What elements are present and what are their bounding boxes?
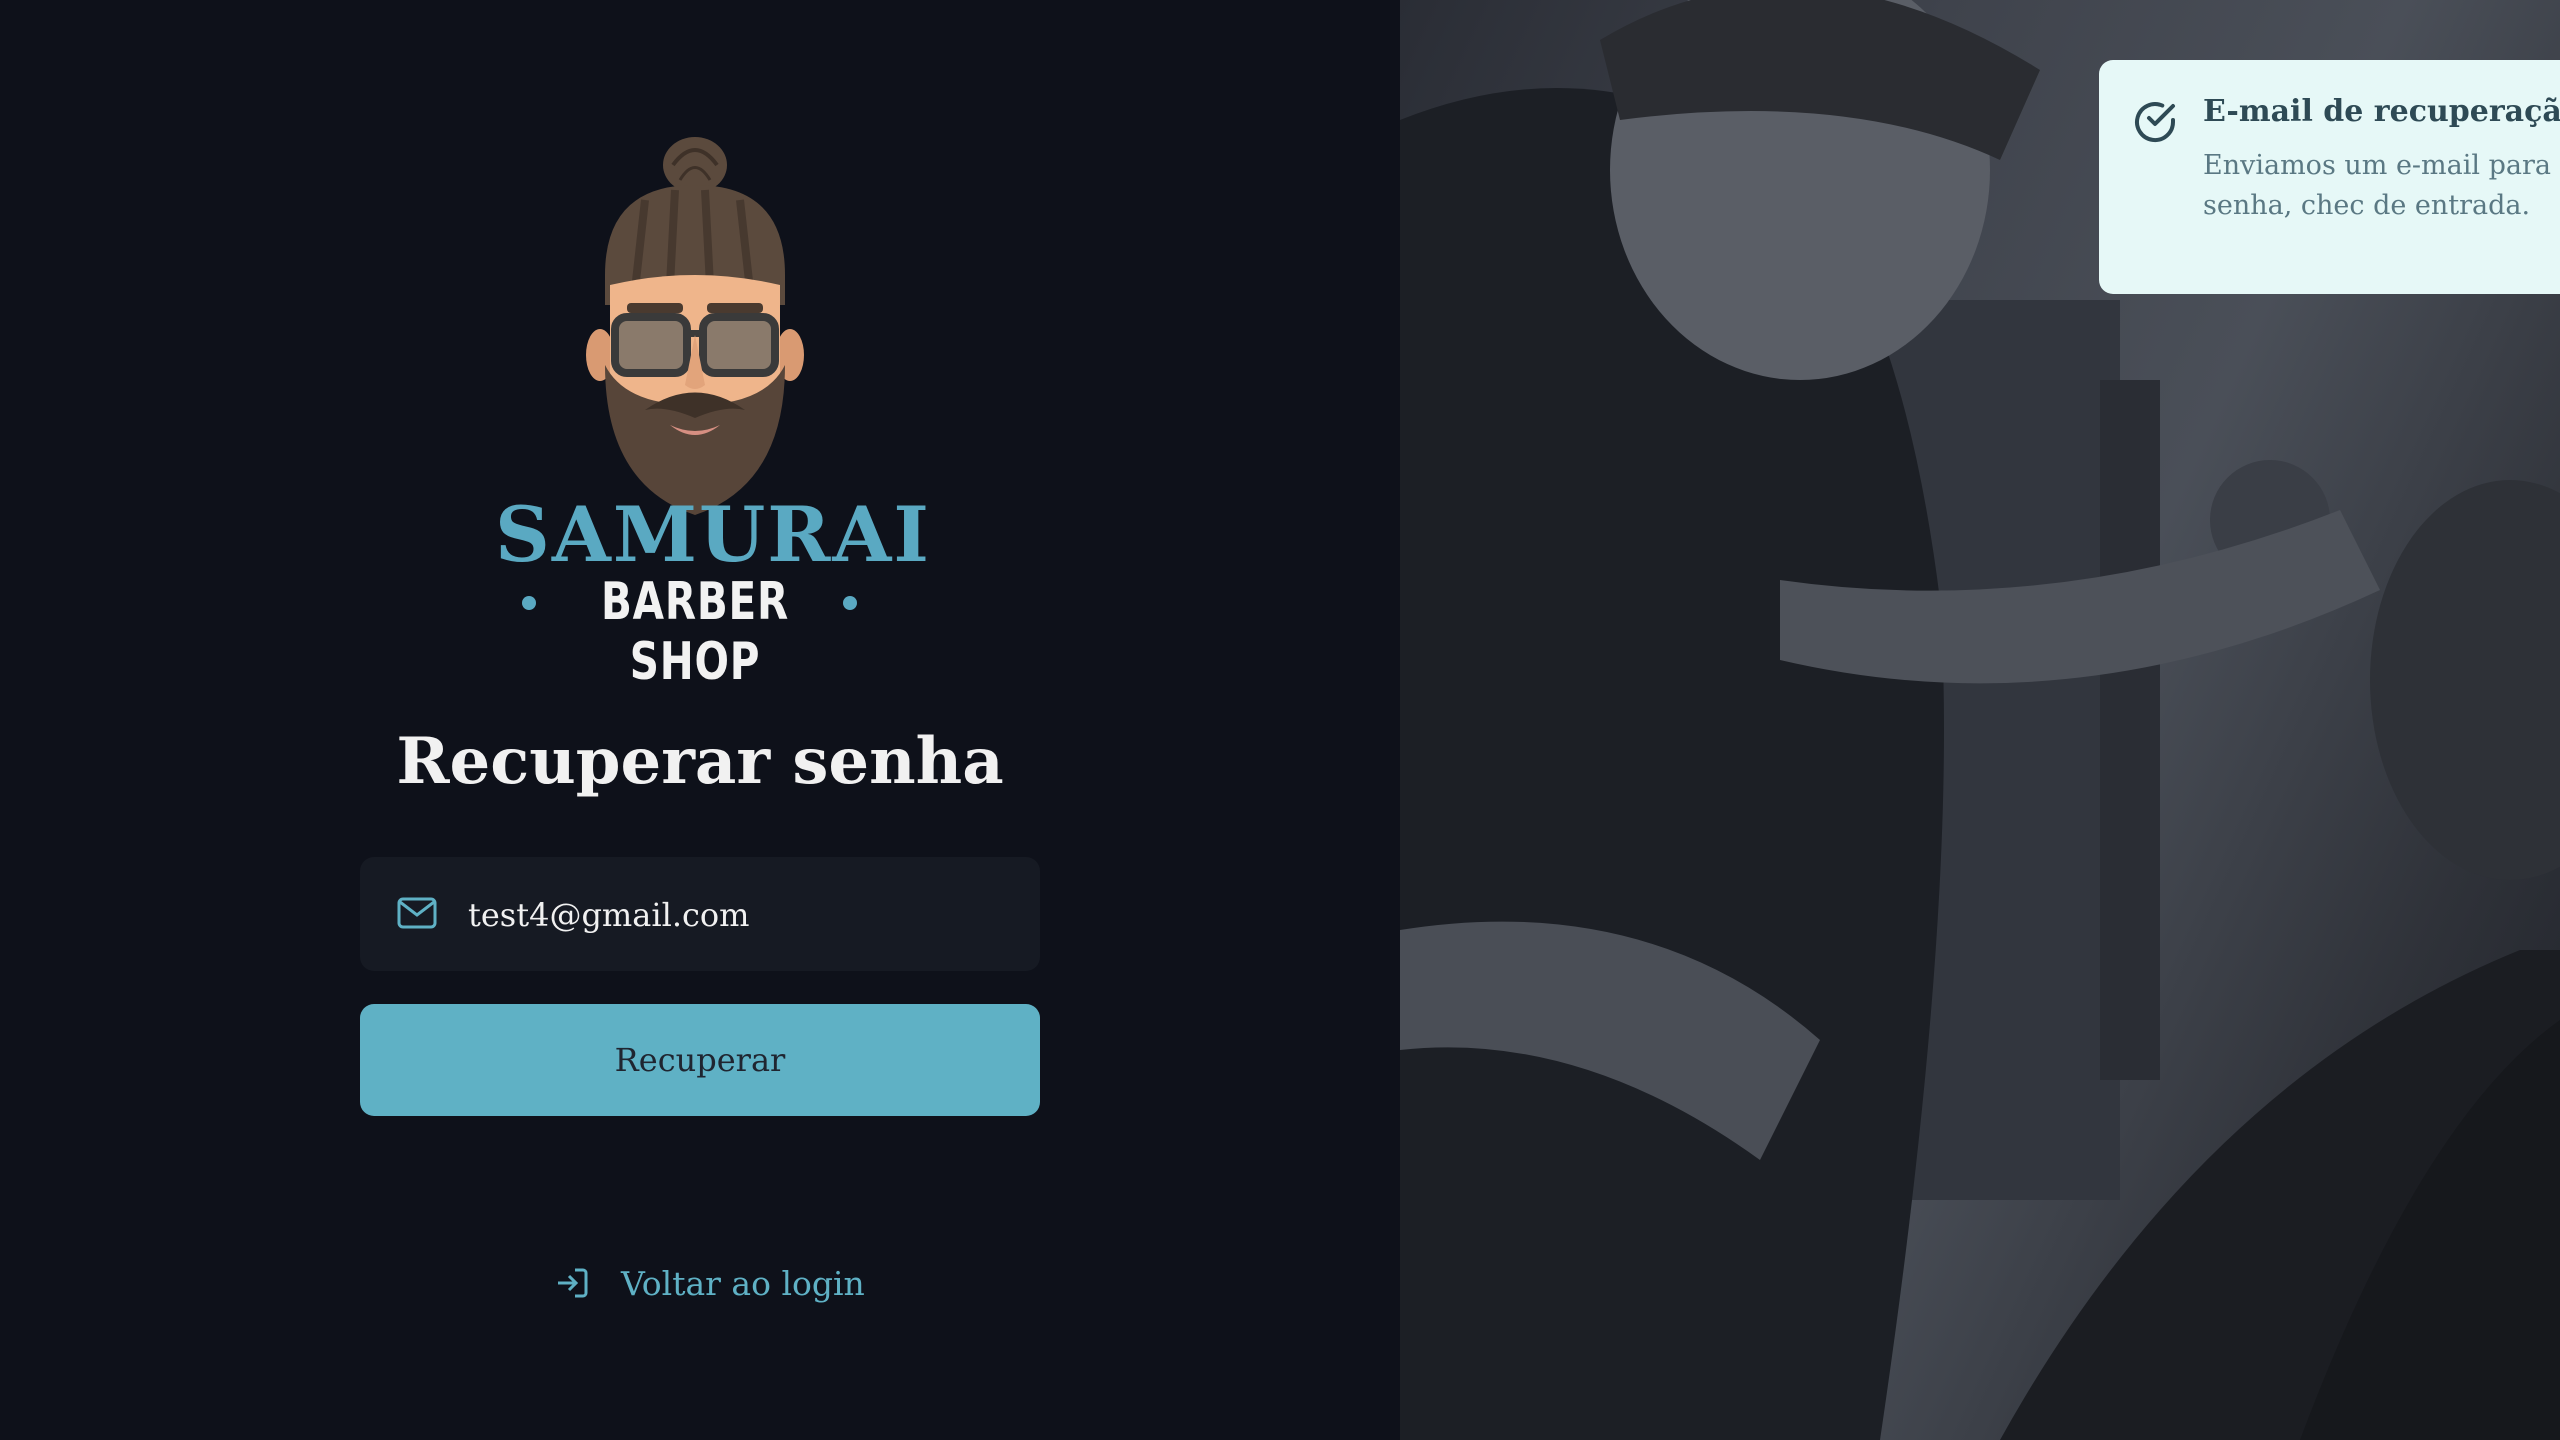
email-input[interactable] <box>466 857 1010 973</box>
logo-dot-left <box>522 596 536 610</box>
login-icon <box>558 1268 588 1298</box>
login-panel: SAMURAI BARBER SHOP Recuperar senha Recu… <box>0 0 1400 1440</box>
brand-title: SAMURAI <box>495 490 931 579</box>
check-circle-icon <box>2135 102 2176 143</box>
recover-button[interactable]: Recuperar <box>360 1004 1040 1116</box>
back-to-login-link[interactable]: Voltar ao login <box>555 1258 865 1308</box>
brand-subtitle: BARBER SHOP <box>600 572 790 692</box>
toast-title: E-mail de recuperação e <box>2203 94 2560 129</box>
toast-message: Enviamos um e-mail para c recuperação de… <box>2203 150 2560 221</box>
logo-dot-right <box>843 596 857 610</box>
email-field[interactable] <box>360 857 1040 973</box>
success-toast[interactable]: E-mail de recuperação e Enviamos um e-ma… <box>2099 60 2560 294</box>
mail-icon <box>397 897 437 929</box>
back-to-login-label: Voltar ao login <box>621 1263 865 1303</box>
page-title: Recuperar senha <box>396 724 1004 799</box>
